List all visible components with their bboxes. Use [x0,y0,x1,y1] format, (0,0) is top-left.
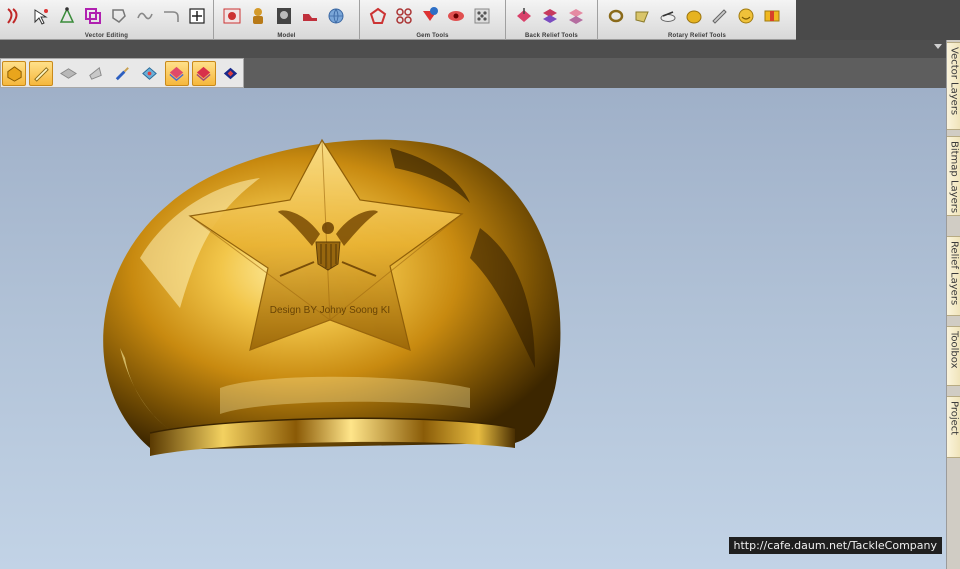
smart-select-icon[interactable] [29,4,53,28]
brush-paint-icon[interactable] [110,61,134,86]
group-label: Model [277,33,296,39]
toolbar-empty-area [796,0,960,40]
plane-grey-icon[interactable] [56,61,80,86]
group-label: Back Relief Tools [525,33,578,39]
model-globe-icon[interactable] [324,4,348,28]
node-edit-icon[interactable] [3,4,27,28]
rotary-shank-icon[interactable] [656,4,680,28]
view-header-band [0,40,946,58]
watermark-url: http://cafe.daum.net/TackleCompany [728,537,942,554]
side-panel-tabs: Vector Layers Bitmap Layers Relief Layer… [946,40,960,569]
offset-icon[interactable] [107,4,131,28]
view-toolbar-empty-area [244,58,946,88]
gem-tools-group: Gem Tools [360,0,506,40]
gem-cluster-icon[interactable] [392,4,416,28]
transform-icon[interactable] [185,4,209,28]
gem-info-icon[interactable] [418,4,442,28]
relief-red-icon[interactable] [191,60,216,86]
tab-bitmap-layers[interactable]: Bitmap Layers [947,136,960,216]
chevron-down-icon[interactable] [934,44,942,49]
fillet-icon[interactable] [159,4,183,28]
rotary-bar-icon[interactable] [760,4,784,28]
3d-view-toolbar [0,58,244,88]
engraving-text: Design BY Johny Soong KI [270,305,390,316]
back-relief-stack-icon[interactable] [538,4,562,28]
trim-icon[interactable] [133,4,157,28]
model-relief-icon[interactable] [220,4,244,28]
group-label: Vector Editing [84,33,129,39]
back-relief-split-icon[interactable] [564,4,588,28]
rotary-wrap-icon[interactable] [630,4,654,28]
group-label: Gem Tools [416,33,449,39]
vector-editing-group: Vector Editing [0,0,214,40]
model-shoe-icon[interactable] [298,4,322,28]
back-relief-tools-group: Back Relief Tools [506,0,598,40]
plane-angle-icon[interactable] [83,61,107,86]
gold-ring-model: Design BY Johny Soong KI [103,138,561,456]
tab-toolbox[interactable]: Toolbox [947,326,960,386]
shade-gold-icon[interactable] [2,60,27,86]
model-group: Model [214,0,360,40]
layer-diamond-icon[interactable] [138,61,162,86]
model-figure-icon[interactable] [246,4,270,28]
ruler-pen-icon[interactable] [29,60,54,86]
rotary-ring-icon[interactable] [604,4,628,28]
back-relief-add-icon[interactable] [512,4,536,28]
rotary-pen-icon[interactable] [708,4,732,28]
rotary-gold-icon[interactable] [682,4,706,28]
tab-project[interactable]: Project [947,396,960,458]
relief-layer-icon[interactable] [164,60,189,86]
weld-icon[interactable] [81,4,105,28]
rotary-relief-tools-group: Rotary Relief Tools [598,0,796,40]
rotary-smile-icon[interactable] [734,4,758,28]
3d-viewport[interactable]: Design BY Johny Soong KI http://cafe.dau… [0,88,946,569]
gem-outline-icon[interactable] [366,4,390,28]
model-bitmap-icon[interactable] [272,4,296,28]
main-toolbar: Vector Editing Model Gem Tools Back Reli… [0,0,796,40]
gem-pave-icon[interactable] [470,4,494,28]
gem-eye-icon[interactable] [444,4,468,28]
group-label: Rotary Relief Tools [667,33,727,39]
relief-navy-icon[interactable] [219,61,243,86]
tab-relief-layers[interactable]: Relief Layers [947,236,960,316]
tab-vector-layers[interactable]: Vector Layers [947,42,960,130]
bezier-icon[interactable] [55,4,79,28]
